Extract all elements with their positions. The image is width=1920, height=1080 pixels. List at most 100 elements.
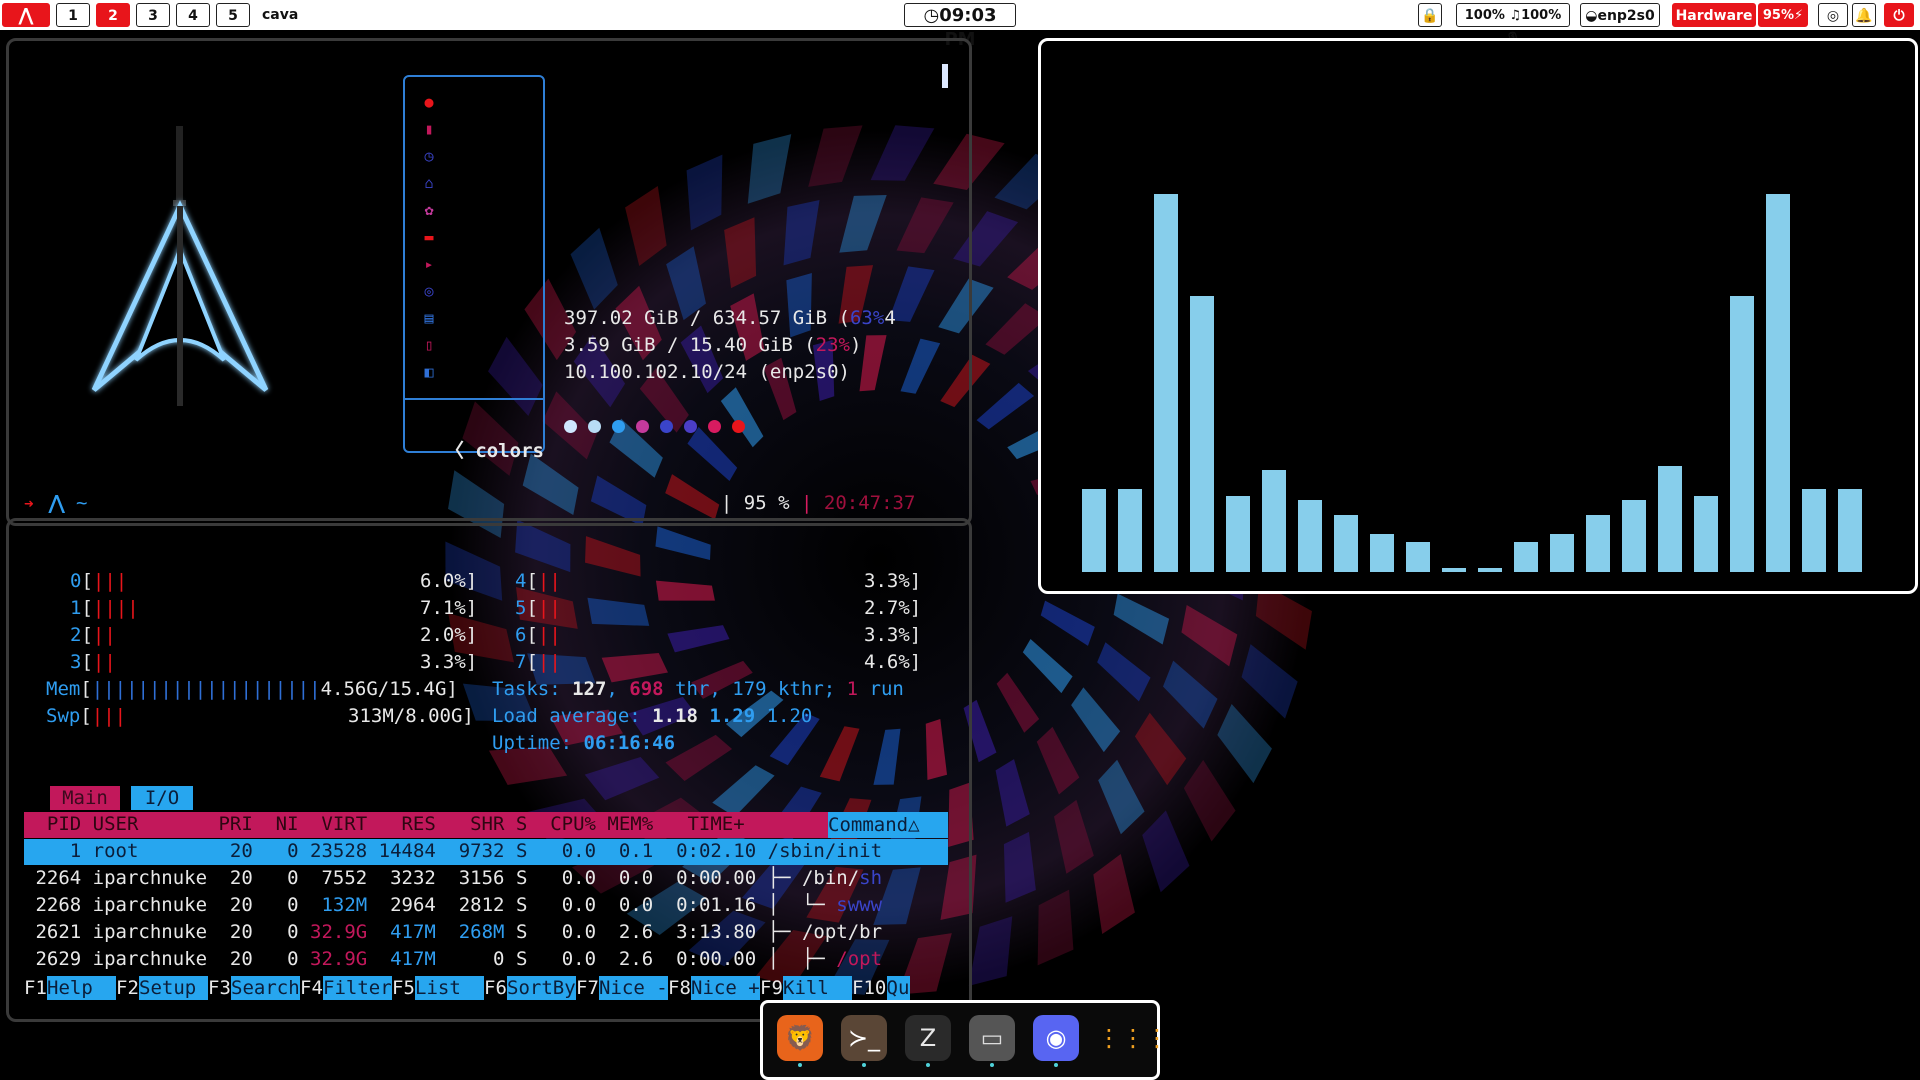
cpu-id: 3: [70, 651, 82, 673]
fastfetch-value-disk: 397.02 GiB / 634.57 GiB (63%4: [564, 307, 896, 329]
cpu-id: 5: [515, 597, 527, 619]
time: 0:02.10: [653, 840, 757, 862]
fkey-f6: F6: [484, 977, 507, 999]
cpu-id: 2: [70, 624, 82, 646]
kthr: 179 kthr;: [732, 678, 847, 700]
fkey-label[interactable]: Qu: [886, 976, 910, 1000]
virt: 132M: [298, 894, 368, 916]
command-column[interactable]: Command△: [828, 812, 948, 838]
clock[interactable]: ◷09:03 PM: [904, 3, 1016, 50]
memory-meter: Mem[||||||||||||||||||||4.56G/15.4G]: [46, 678, 458, 700]
ni: 0: [252, 867, 299, 889]
cpu-percent: 3.3%]: [864, 624, 922, 646]
cpu-bar: ||: [537, 597, 561, 619]
fkey-label[interactable]: Filter: [323, 976, 392, 1000]
load-sep: [755, 705, 766, 727]
tab-io[interactable]: I/O: [131, 786, 193, 810]
battery-widget[interactable]: 95%⚡: [1758, 3, 1808, 27]
fastfetch-value-network: 10.100.102.10/24 (enp2s0): [564, 361, 850, 383]
cpu: 0.0: [527, 894, 597, 916]
workspace-3[interactable]: 3: [136, 3, 170, 27]
network-widget[interactable]: ◒enp2s0: [1580, 3, 1660, 27]
fkey-f9: F9: [760, 977, 783, 999]
table-row[interactable]: 1 root 20 0 23528 14484 9732 S 0.0 0.1 0…: [24, 840, 882, 862]
pri: 20: [207, 921, 253, 943]
cpu-meter-1: 1[||||: [70, 597, 139, 619]
table-row[interactable]: 2264 iparchnuke 20 0 7552 3232 3156 S 0.…: [24, 867, 882, 889]
user: iparchnuke: [81, 894, 208, 916]
workspace-5[interactable]: 5: [216, 3, 250, 27]
cava-bar: [1262, 470, 1286, 572]
zed-editor-icon[interactable]: Z: [905, 1015, 951, 1061]
run-label: run: [858, 678, 904, 700]
color-swatch: [684, 420, 697, 433]
command-name: /opt: [836, 948, 883, 970]
app-grid-icon[interactable]: ⋮⋮⋮: [1097, 1015, 1169, 1061]
load-sep: [698, 705, 709, 727]
network-icon: ◧: [424, 363, 434, 381]
ni: 0: [252, 948, 299, 970]
fkey-f1: F1: [24, 977, 47, 999]
pri: 20: [207, 894, 253, 916]
fkey-label[interactable]: SortBy: [507, 976, 576, 1000]
fkey-label[interactable]: Setup: [139, 976, 208, 1000]
cpu-bracket: [: [81, 624, 93, 646]
fkey-f5: F5: [392, 977, 415, 999]
workspace-2[interactable]: 2: [96, 3, 130, 27]
fkey-label[interactable]: Search: [231, 976, 300, 1000]
cpu-bar: ||: [92, 651, 116, 673]
pri: 20: [207, 948, 253, 970]
terminal-icon: ▬: [424, 228, 434, 246]
table-row[interactable]: 2621 iparchnuke 20 0 32.9G 417M 268M S 0…: [24, 921, 882, 943]
running-indicator: [798, 1063, 802, 1067]
cava-bar: [1730, 296, 1754, 572]
power-icon[interactable]: ⏻: [1884, 3, 1914, 27]
prompt-right: | 95 % | 20:47:37: [698, 470, 916, 514]
fkey-label[interactable]: Nice -: [599, 976, 668, 1000]
cpu-percent: 6.0%]: [420, 570, 478, 592]
cava-bar: [1370, 534, 1394, 572]
thr-label: thr,: [663, 678, 733, 700]
brave-icon[interactable]: 🦁: [777, 1015, 823, 1061]
arch-logo-icon[interactable]: ⋀: [2, 3, 50, 27]
workspace-4[interactable]: 4: [176, 3, 210, 27]
ni: 0: [252, 921, 299, 943]
colors-label: 〈 colors: [444, 440, 544, 462]
swap-meter: Swp[|||: [46, 705, 126, 727]
cpu: 0.0: [527, 921, 597, 943]
terminal-icon[interactable]: ≻_: [841, 1015, 887, 1061]
prompt-time: 20:47:37: [823, 492, 916, 514]
fkey-label[interactable]: Kill: [783, 976, 852, 1000]
workspace-1[interactable]: 1: [56, 3, 90, 27]
cpu-percent: 2.7%]: [864, 597, 922, 619]
fkey-label[interactable]: List: [415, 976, 484, 1000]
audio-widget[interactable]: 100% ♫100% 🎙: [1456, 3, 1570, 47]
pid: 1: [24, 840, 82, 862]
shr: 268M: [435, 921, 505, 943]
tab-main[interactable]: Main: [50, 786, 120, 810]
user: iparchnuke: [81, 948, 208, 970]
hardware-button[interactable]: Hardware: [1672, 3, 1756, 27]
memory-icon: ▯: [424, 336, 434, 354]
swp-bracket: [: [80, 705, 92, 727]
cpu-bar: |||: [92, 570, 128, 592]
cpu-id: 4: [515, 570, 527, 592]
ni: 0: [252, 894, 299, 916]
discord-icon[interactable]: ◎: [1818, 3, 1848, 27]
cava-bar: [1838, 489, 1862, 572]
uptime-value: 06:16:46: [583, 732, 676, 754]
distro-icon: ⌂: [424, 174, 434, 192]
table-row[interactable]: 2268 iparchnuke 20 0 132M 2964 2812 S 0.…: [24, 894, 882, 916]
disk-percent: 63%: [849, 307, 885, 329]
disk-icon: ▤: [424, 309, 434, 327]
fkey-label[interactable]: Nice +: [691, 976, 760, 1000]
file-manager-icon[interactable]: ▭: [969, 1015, 1015, 1061]
lock-icon[interactable]: 🔒: [1418, 3, 1442, 27]
shr: 9732: [435, 840, 505, 862]
htop-terminal[interactable]: [6, 518, 972, 1022]
discord-icon[interactable]: ◉: [1033, 1015, 1079, 1061]
fkey-label[interactable]: Help: [47, 976, 116, 1000]
table-row[interactable]: 2629 iparchnuke 20 0 32.9G 417M 0 S 0.0 …: [24, 948, 882, 970]
cava-bar: [1622, 500, 1646, 572]
bell-icon[interactable]: 🔔: [1852, 3, 1876, 27]
